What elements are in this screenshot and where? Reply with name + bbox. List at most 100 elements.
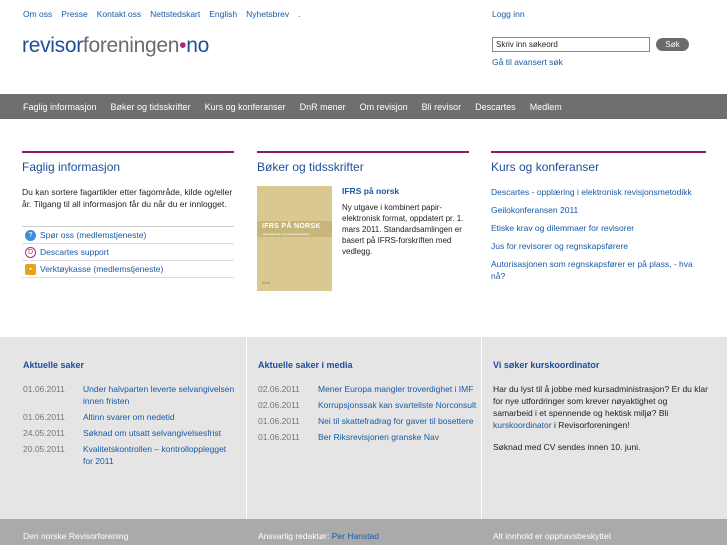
logo-part-foreningen: foreningen [82,34,180,57]
cover-title: IFRS PÅ NORSK [262,223,321,230]
cover-subtitle: Internasjonale regnskapsstandarder [262,232,310,236]
news-link[interactable]: Altinn svarer om nedetid [83,411,175,423]
book-description: Ny utgave i kombinert papir-elektronisk … [342,203,464,256]
aktuelle-saker-section: Aktuelle saker 01.06.2011 Under halvparte… [23,360,238,471]
search-button[interactable]: Søk [656,38,689,51]
link-label: Descartes support [40,247,109,257]
book-cover-image[interactable]: IFRS PÅ NORSK Internasjonale regnskapsst… [257,186,332,291]
nav-dnr-mener[interactable]: DnR mener [286,102,346,112]
book-feature: IFRS PÅ NORSK Internasjonale regnskapsst… [257,186,469,291]
nav-medlem[interactable]: Medlem [516,102,562,112]
news-link[interactable]: Mener Europa mangler troverdighet i IMF [318,383,473,395]
editor-label: Ansvarlig redaktør: [258,531,332,541]
nav-om-revisjon[interactable]: Om revisjon [346,102,408,112]
section-title[interactable]: Aktuelle saker [23,360,238,370]
question-icon: ? [25,229,36,241]
footer-org: Den norske Revisorforening [23,531,129,541]
course-link[interactable]: Descartes - opplæring i elektronisk revi… [491,186,706,198]
top-link-om-oss[interactable]: Om oss [23,9,52,19]
top-link-presse[interactable]: Presse [61,9,87,19]
top-links: Om oss Presse Kontakt oss Nettstedskart … [23,9,301,19]
link-spor-oss[interactable]: ? Spør oss (medlemstjeneste) [22,227,234,244]
news-date: 01.06.2011 [23,384,65,394]
news-date: 01.06.2011 [258,432,300,442]
news-item: 02.06.2011 Mener Europa mangler troverdig… [258,383,483,395]
login-link[interactable]: Logg inn [492,9,525,19]
course-links: Descartes - opplæring i elektronisk revi… [491,186,706,282]
recruitment-section: Vi søker kurskoordinator Har du lyst til… [493,360,708,463]
recruitment-text-part: i Revisorforeningen! [551,420,630,430]
media-section: Aktuelle saker i media 02.06.2011 Mener E… [258,360,483,447]
editor-link[interactable]: Per Hanstad [332,531,379,541]
news-link[interactable]: Ber Riksrevisjonen granske Nav [318,431,439,443]
section-title[interactable]: Aktuelle saker i media [258,360,483,370]
news-item: 01.06.2011 Altinn svarer om nedetid [23,411,238,423]
nav-bli-revisor[interactable]: Bli revisor [408,102,462,112]
news-item: 02.06.2011 Korrupsjonssak kan svarteliste… [258,399,483,411]
section-intro: Du kan sortere fagartikler etter fagområ… [22,187,233,209]
search-input[interactable] [492,37,650,52]
logo-part-no: no [186,34,209,57]
link-verktoykasse[interactable]: ▪ Verktøykasse (medlemstjeneste) [22,261,234,278]
boker-section: Bøker og tidsskrifter IFRS PÅ NORSK Inte… [257,151,469,291]
kurskoordinator-link[interactable]: kurskoordinator [493,420,552,430]
section-title[interactable]: Faglig informasjon [22,160,234,174]
recruitment-text: Har du lyst til å jobbe med kursadminist… [493,383,708,431]
news-link[interactable]: Nei til skattefradrag for gaver til bose… [318,415,473,427]
news-date: 01.06.2011 [258,416,300,426]
nav-descartes[interactable]: Descartes [461,102,516,112]
section-title[interactable]: Kurs og konferanser [491,160,706,174]
news-item: 01.06.2011 Under halvparten leverte selva… [23,383,238,407]
footer-copyright: Alt innhold er opphavsbeskyttet [493,531,612,541]
section-title[interactable]: Vi søker kurskoordinator [493,360,708,370]
faglig-informasjon-section: Faglig informasjon Du kan sortere fagart… [22,151,234,278]
news-link[interactable]: Kvalitetskontrollen – kontrollopplegget … [83,443,238,467]
top-link-dot[interactable]: . [298,9,300,19]
nav-faglig-informasjon[interactable]: Faglig informasjon [0,102,97,112]
news-date: 24.05.2011 [23,428,65,438]
news-item: 20.05.2011 Kvalitetskontrollen – kontroll… [23,443,238,467]
main-nav: Faglig informasjon Bøker og tidsskrifter… [0,94,727,119]
nav-kurs-og-konferanser[interactable]: Kurs og konferanser [191,102,286,112]
news-date: 02.06.2011 [258,384,300,394]
top-link-kontakt[interactable]: Kontakt oss [97,9,141,19]
logo-part-revisor: revisor [22,34,83,57]
course-link[interactable]: Geilokonferansen 2011 [491,204,706,216]
book-title-link[interactable]: IFRS på norsk [342,186,469,196]
course-link[interactable]: Jus for revisorer og regnskapsførere [491,240,706,252]
link-descartes-support[interactable]: D Descartes support [22,244,234,261]
news-item: 01.06.2011 Ber Riksrevisjonen granske Nav [258,431,483,443]
link-label: Verktøykasse (medlemstjeneste) [40,264,164,274]
course-link[interactable]: Autorisasjonen som regnskapsfører er på … [491,258,706,282]
top-link-english[interactable]: English [209,9,237,19]
section-divider [257,151,469,153]
cover-year: 2011 [262,280,271,285]
toolbox-icon: ▪ [25,263,36,275]
site-logo[interactable]: revisorforeningen•no [22,34,209,58]
nav-boker-og-tidsskrifter[interactable]: Bøker og tidsskrifter [97,102,191,112]
top-link-nyhetsbrev[interactable]: Nyhetsbrev [246,9,289,19]
section-divider [22,151,234,153]
news-date: 20.05.2011 [23,444,65,454]
section-title[interactable]: Bøker og tidsskrifter [257,160,469,174]
news-date: 01.06.2011 [23,412,65,422]
kurs-section: Kurs og konferanser Descartes - opplærin… [491,151,706,288]
top-link-nettstedskart[interactable]: Nettstedskart [150,9,200,19]
footer-editor: Ansvarlig redaktør: Per Hanstad [258,531,379,541]
column-divider [246,337,247,519]
application-deadline: Søknad med CV sendes innen 10. juni. [493,442,641,452]
news-link[interactable]: Under halvparten leverte selvangivelsen … [83,383,238,407]
footer: Den norske Revisorforening Ansvarlig red… [0,519,727,545]
search-bar: Søk [492,37,689,52]
news-link[interactable]: Søknad om utsatt selvangivelsesfrist [83,427,221,439]
course-link[interactable]: Etiske krav og dilemmaer for revisorer [491,222,706,234]
news-item: 24.05.2011 Søknad om utsatt selvangivelse… [23,427,238,439]
book-info: IFRS på norsk Ny utgave i kombinert papi… [342,186,469,291]
descartes-icon: D [25,246,36,258]
news-date: 02.06.2011 [258,400,300,410]
advanced-search-link[interactable]: Gå til avansert søk [492,57,563,67]
section-divider [491,151,706,153]
news-item: 01.06.2011 Nei til skattefradrag for gave… [258,415,483,427]
news-link[interactable]: Korrupsjonssak kan svarteliste Norconsul… [318,399,476,411]
link-label: Spør oss (medlemstjeneste) [40,230,147,240]
